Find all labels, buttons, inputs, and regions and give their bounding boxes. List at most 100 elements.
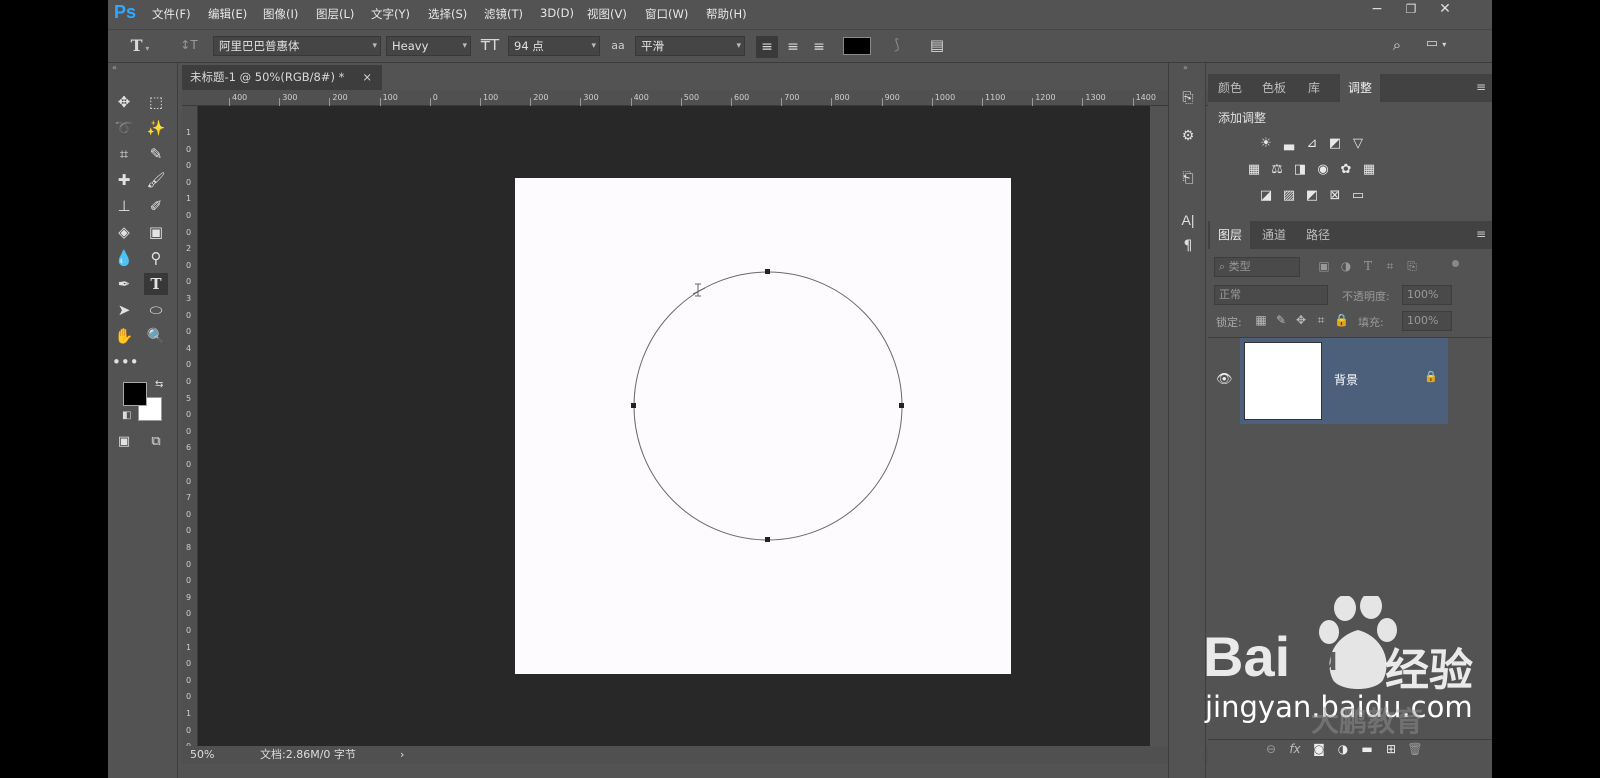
dodge-tool-icon[interactable]: ⚲ — [144, 247, 168, 269]
move-tool-icon[interactable]: ✥ — [112, 91, 136, 113]
menu-select[interactable]: 选择(S) — [428, 6, 467, 22]
fill-field[interactable]: 100% — [1402, 311, 1452, 331]
threshold-icon[interactable]: ◩ — [1302, 187, 1322, 205]
text-orientation-icon[interactable]: ↕T — [178, 38, 200, 52]
exposure-icon[interactable]: ◩ — [1325, 135, 1345, 153]
character-panel-icon[interactable]: ▤ — [926, 36, 948, 54]
close-window-button[interactable]: ✕ — [1428, 0, 1462, 20]
lock-position-icon[interactable]: ✥ — [1294, 313, 1308, 327]
trash-icon[interactable]: 🗑 — [1406, 742, 1424, 756]
link-layers-icon[interactable]: ⊖ — [1262, 742, 1280, 756]
black-white-icon[interactable]: ◨ — [1290, 161, 1310, 179]
tab-channels[interactable]: 通道 — [1254, 221, 1294, 249]
collapse-icon[interactable]: « — [112, 63, 117, 72]
filter-adjustment-icon[interactable]: ◑ — [1338, 259, 1354, 273]
hand-tool-icon[interactable]: ✋ — [112, 325, 136, 347]
history-brush-tool-icon[interactable]: ✐ — [144, 195, 168, 217]
filter-pixel-icon[interactable]: ▣ — [1316, 259, 1332, 273]
workspace-icon[interactable]: ▭ ▾ — [1418, 36, 1454, 51]
text-color-swatch[interactable] — [843, 37, 871, 55]
character-panel-icon[interactable]: A| — [1177, 209, 1199, 231]
layer-filter-select[interactable]: ⌕ 类型 — [1214, 257, 1300, 277]
align-center-icon[interactable]: ≡ — [782, 36, 804, 58]
blend-mode-select[interactable]: 正常 — [1214, 285, 1328, 305]
search-icon[interactable]: ⌕ — [1386, 36, 1408, 54]
new-group-icon[interactable]: ▬ — [1358, 742, 1376, 756]
posterize-icon[interactable]: ▨ — [1279, 187, 1299, 205]
menu-file[interactable]: 文件(F) — [152, 6, 191, 22]
new-adjustment-icon[interactable]: ◑ — [1334, 742, 1352, 756]
close-tab-icon[interactable]: × — [362, 65, 372, 90]
collapse-icon[interactable]: » — [1183, 63, 1188, 72]
menu-filter[interactable]: 滤镜(T) — [484, 6, 523, 22]
panel-menu-icon[interactable]: ≡ — [1476, 80, 1486, 94]
color-balance-icon[interactable]: ⚖ — [1267, 161, 1287, 179]
lock-all-icon[interactable]: 🔒 — [1334, 313, 1349, 327]
ellipse-path[interactable] — [515, 178, 1011, 674]
anti-alias-select[interactable]: 平滑 ▾ — [635, 36, 745, 56]
type-tool-icon[interactable]: T — [144, 273, 168, 295]
color-lookup-icon[interactable]: ▦ — [1359, 161, 1379, 179]
default-colors-icon[interactable]: ◧ — [122, 410, 131, 421]
menu-window[interactable]: 窗口(W) — [645, 6, 688, 22]
zoom-level[interactable]: 50% — [190, 746, 214, 764]
document-tab[interactable]: 未标题-1 @ 50%(RGB/8#) * × — [182, 65, 382, 90]
restore-button[interactable]: ❐ — [1394, 0, 1428, 20]
gradient-tool-icon[interactable]: ▣ — [144, 221, 168, 243]
font-style-select[interactable]: Heavy ▾ — [386, 36, 471, 56]
foreground-color-swatch[interactable] — [123, 382, 147, 406]
tab-libraries[interactable]: 库 — [1300, 74, 1328, 102]
eraser-tool-icon[interactable]: ◈ — [112, 221, 136, 243]
panel-menu-icon[interactable]: ≡ — [1476, 227, 1486, 241]
pen-tool-icon[interactable]: ✒ — [112, 273, 136, 295]
lasso-tool-icon[interactable]: ➰ — [112, 117, 136, 139]
layer-row[interactable]: 背景 🔒 — [1240, 338, 1448, 424]
menu-layer[interactable]: 图层(L) — [316, 6, 354, 22]
hue-saturation-icon[interactable]: ▦ — [1244, 161, 1264, 179]
invert-icon[interactable]: ◪ — [1256, 187, 1276, 205]
menu-view[interactable]: 视图(V) — [587, 6, 627, 22]
curves-icon[interactable]: ⊿ — [1302, 135, 1322, 153]
levels-icon[interactable]: ▃ — [1279, 135, 1299, 153]
crop-tool-icon[interactable]: ⌗ — [112, 143, 136, 165]
clone-stamp-tool-icon[interactable]: ⊥ — [112, 195, 136, 217]
photo-filter-icon[interactable]: ◉ — [1313, 161, 1333, 179]
properties-panel-icon[interactable]: ⚙ — [1177, 125, 1199, 147]
quick-mask-icon[interactable]: ▣ — [112, 431, 136, 453]
menu-type[interactable]: 文字(Y) — [371, 6, 410, 22]
path-selection-tool-icon[interactable]: ➤ — [112, 299, 136, 321]
more-tools-icon[interactable]: ••• — [112, 351, 139, 373]
new-layer-icon[interactable]: ⊞ — [1382, 742, 1400, 756]
tab-paths[interactable]: 路径 — [1298, 221, 1338, 249]
tab-color[interactable]: 颜色 — [1210, 74, 1250, 102]
pasteboard[interactable] — [198, 106, 1150, 746]
menu-3d[interactable]: 3D(D) — [540, 6, 574, 20]
vertical-scrollbar[interactable] — [1150, 106, 1166, 746]
menu-image[interactable]: 图像(I) — [263, 6, 298, 22]
font-family-select[interactable]: 阿里巴巴普惠体 ▾ — [213, 36, 381, 56]
vibrance-icon[interactable]: ▽ — [1348, 135, 1368, 153]
type-tool-preset-button[interactable]: T ▾ — [126, 36, 154, 55]
brightness-contrast-icon[interactable]: ☀ — [1256, 135, 1276, 153]
lock-pixels-icon[interactable]: ▦ — [1254, 313, 1268, 327]
blur-tool-icon[interactable]: 💧 — [112, 247, 136, 269]
opacity-field[interactable]: 100% — [1402, 285, 1452, 305]
filter-smart-object-icon[interactable]: ⎘ — [1404, 259, 1420, 274]
menu-edit[interactable]: 编辑(E) — [208, 6, 247, 22]
tab-layers[interactable]: 图层 — [1210, 221, 1251, 249]
align-right-icon[interactable]: ≡ — [808, 36, 830, 58]
brush-tool-icon[interactable]: 🖌 — [144, 169, 168, 191]
history-panel-icon[interactable]: ⎘ — [1177, 87, 1199, 109]
channel-mixer-icon[interactable]: ✿ — [1336, 161, 1356, 179]
filter-toggle[interactable] — [1452, 260, 1459, 267]
swap-colors-icon[interactable]: ⇆ — [155, 379, 163, 390]
filter-type-icon[interactable]: T — [1360, 259, 1376, 273]
magic-wand-tool-icon[interactable]: ✨ — [144, 117, 168, 139]
marquee-tool-icon[interactable]: ⬚ — [144, 91, 168, 113]
eyedropper-tool-icon[interactable]: ✎ — [144, 143, 168, 165]
status-menu-arrow[interactable]: › — [400, 746, 404, 764]
screen-mode-icon[interactable]: ⧉ — [144, 431, 168, 453]
font-size-select[interactable]: 94 点 ▾ — [508, 36, 600, 56]
layer-visibility-toggle[interactable]: 👁 — [1208, 338, 1238, 424]
tab-swatches[interactable]: 色板 — [1254, 74, 1294, 102]
